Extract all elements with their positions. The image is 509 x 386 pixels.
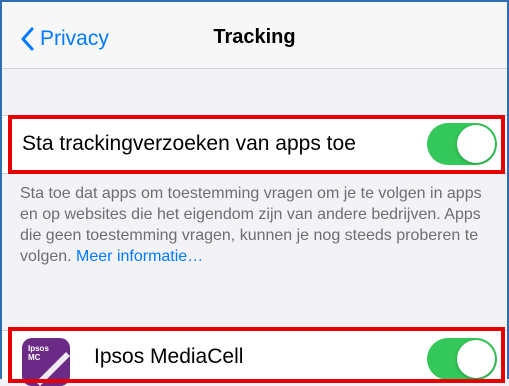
app-tracking-toggle[interactable] [427, 338, 497, 380]
toggle-knob [457, 340, 495, 378]
tracking-requests-row: Sta trackingverzoeken van apps toe [2, 115, 507, 174]
page-title: Tracking [213, 26, 296, 48]
app-row-ipsos-mediacell: Ipsos MediaCell [2, 330, 507, 380]
tracking-requests-toggle[interactable] [427, 123, 497, 165]
tracking-requests-label: Sta trackingverzoeken van apps toe [22, 132, 356, 155]
navigation-bar: Privacy Tracking [2, 2, 507, 69]
app-icon-text: Ipsos MC [28, 344, 49, 362]
app-name: Ipsos MediaCell [94, 345, 244, 368]
toggle-knob [457, 125, 495, 163]
tracking-footer-text: Sta toe dat apps om toestemming vragen o… [20, 183, 495, 267]
more-info-link[interactable]: Meer informatie… [76, 248, 203, 265]
